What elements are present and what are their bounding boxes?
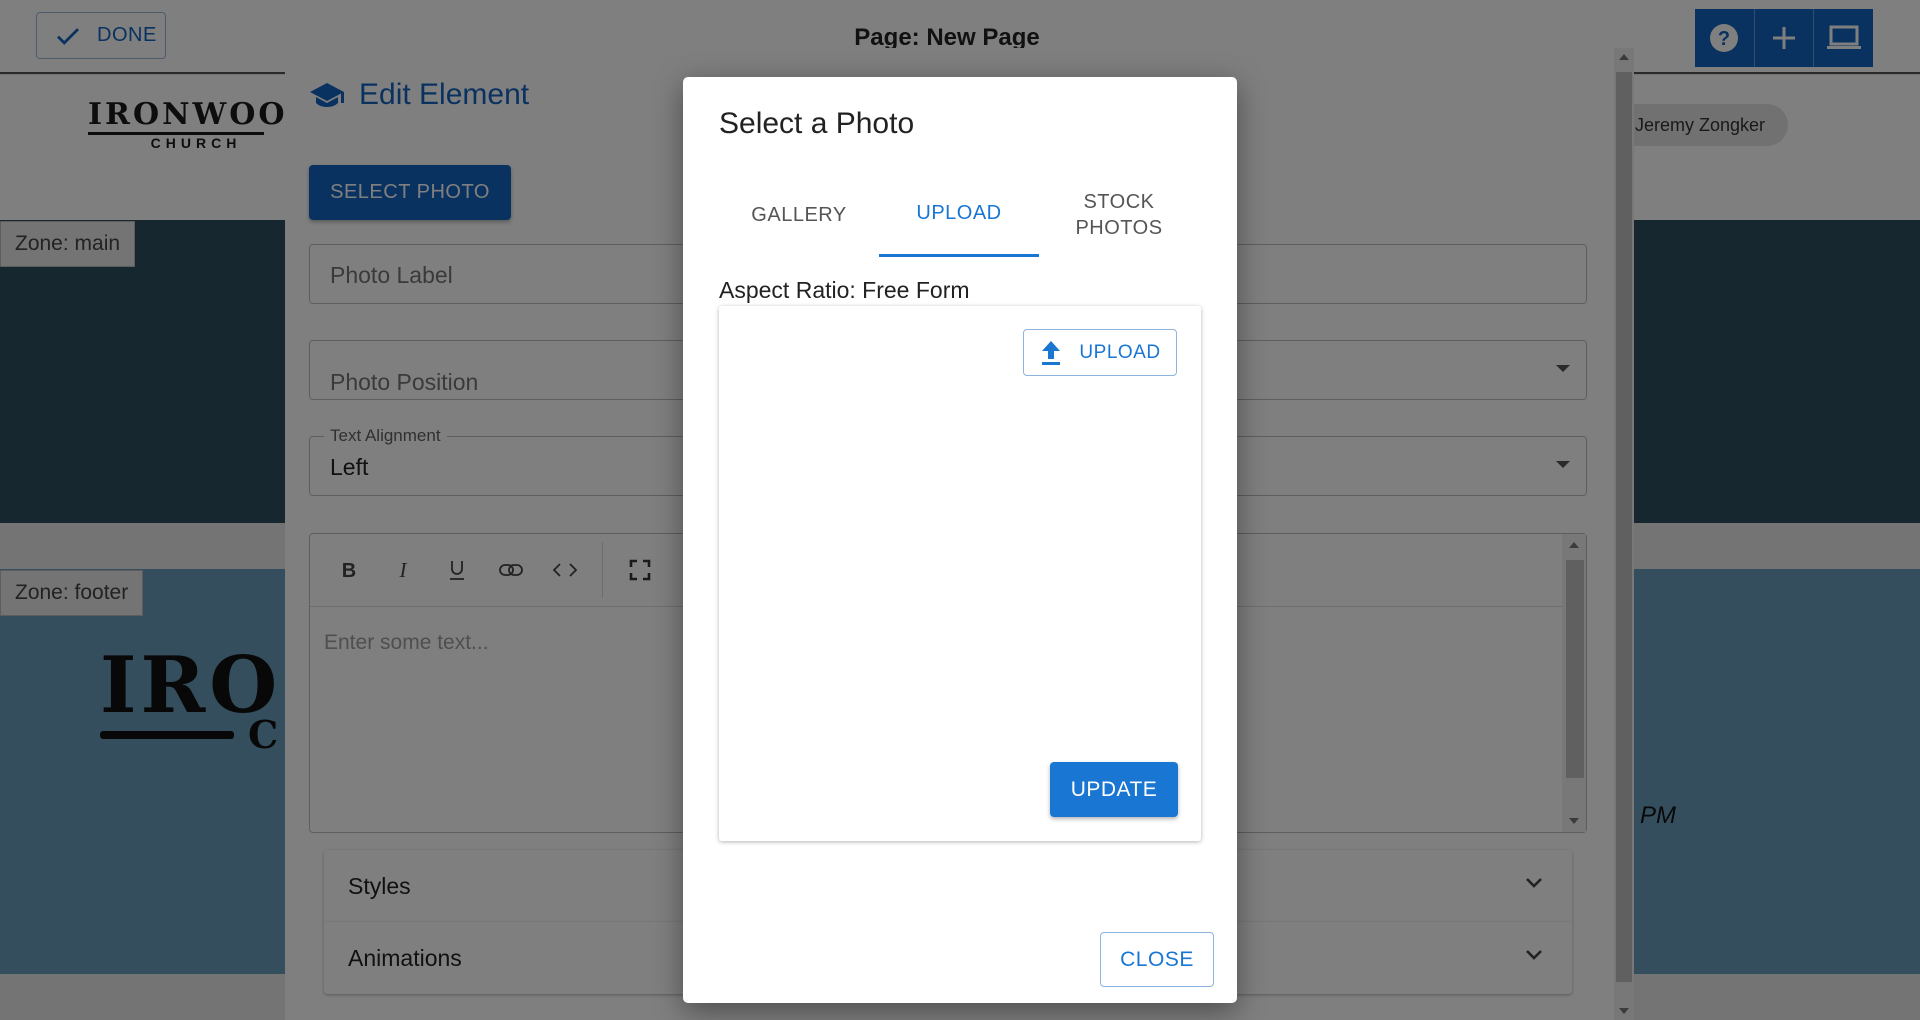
upload-button[interactable]: UPLOAD — [1023, 329, 1177, 376]
update-button[interactable]: UPDATE — [1050, 762, 1178, 817]
tab-stock-photos[interactable]: STOCK PHOTOS — [1039, 172, 1199, 257]
close-button[interactable]: CLOSE — [1100, 932, 1214, 987]
upload-card: UPLOAD UPDATE — [719, 306, 1201, 841]
tab-upload[interactable]: UPLOAD — [879, 172, 1039, 257]
photo-source-tabs: GALLERY UPLOAD STOCK PHOTOS — [719, 172, 1201, 257]
dialog-title: Select a Photo — [719, 107, 915, 140]
upload-icon — [1042, 340, 1061, 365]
tab-gallery[interactable]: GALLERY — [719, 172, 879, 257]
aspect-ratio-text: Aspect Ratio: Free Form — [719, 277, 970, 303]
select-photo-dialog: Select a Photo GALLERY UPLOAD STOCK PHOT… — [683, 77, 1237, 1003]
upload-label: UPLOAD — [1079, 341, 1161, 363]
